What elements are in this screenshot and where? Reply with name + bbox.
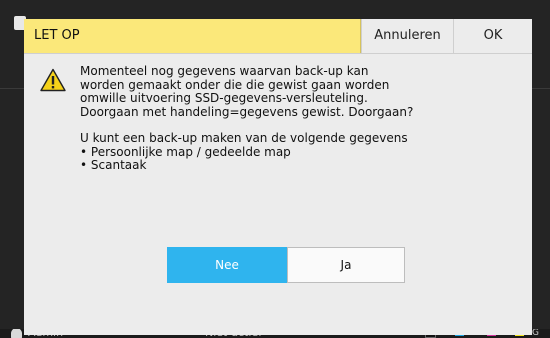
user-icon — [11, 329, 22, 338]
header-divider — [24, 53, 532, 54]
no-button[interactable]: Nee — [167, 247, 287, 283]
message-text: Momenteel nog gegevens waarvan back-up k… — [80, 64, 510, 173]
yes-button[interactable]: Ja — [287, 247, 405, 283]
message-line: Momenteel nog gegevens waarvan back-up k… — [80, 64, 369, 78]
warning-dialog: LET OP Annuleren OK Momenteel nog gegeve… — [24, 19, 532, 335]
background-divider — [532, 88, 550, 89]
message-line: worden gemaakt onder die die gewist gaan… — [80, 77, 390, 92]
cancel-button[interactable]: Annuleren — [361, 19, 453, 53]
message-line: omwille uitvoering SSD-gegevens-versleut… — [80, 91, 368, 105]
warning-triangle-icon — [40, 68, 66, 92]
backup-intro: U kunt een back-up maken van de volgende… — [80, 131, 408, 145]
backup-item: • Scantaak — [80, 158, 147, 172]
message-line: Doorgaan met handeling=gegevens gewist. … — [80, 104, 414, 119]
dialog-header: LET OP Annuleren OK — [24, 19, 532, 53]
toner-g: G — [532, 329, 539, 338]
backup-item: • Persoonlijke map / gedeelde map — [80, 144, 291, 159]
ok-button[interactable]: OK — [453, 19, 532, 53]
background-divider — [0, 88, 24, 89]
dialog-title: LET OP — [24, 19, 361, 53]
